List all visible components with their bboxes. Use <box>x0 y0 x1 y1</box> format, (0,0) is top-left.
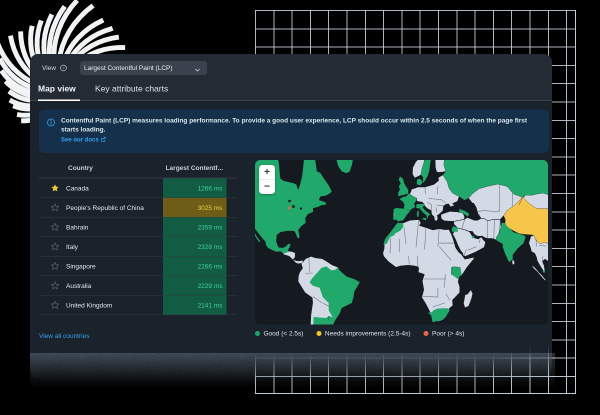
svg-text:?: ? <box>62 66 65 71</box>
